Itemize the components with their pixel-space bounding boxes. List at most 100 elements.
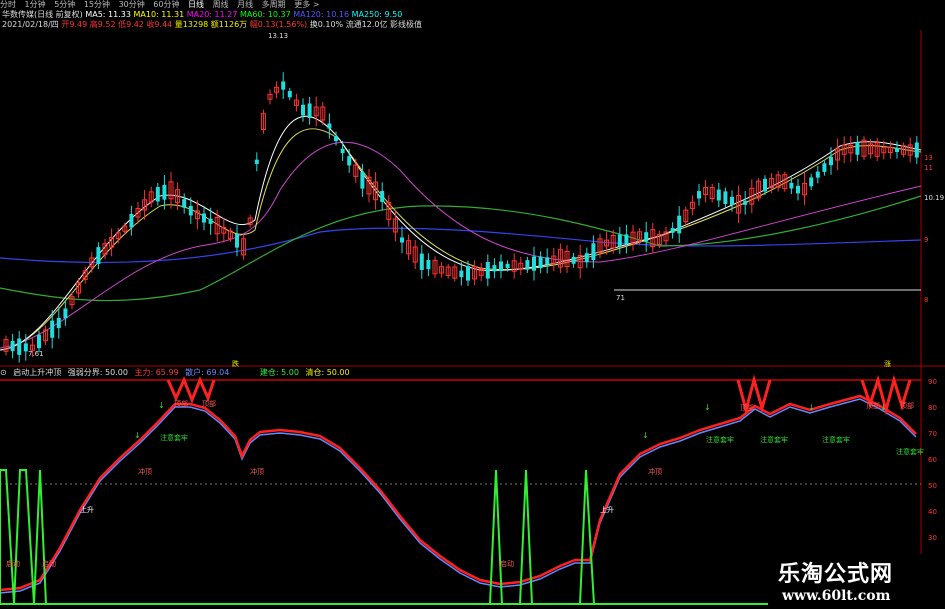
candle-body xyxy=(624,234,629,244)
candle-body xyxy=(63,308,68,319)
annotation-rush: 冲顶 xyxy=(138,467,152,476)
indicator-build-position: 建仓: 5.00 xyxy=(259,368,299,377)
arrow-icon: ↓ xyxy=(704,403,711,412)
candle-body xyxy=(591,243,596,261)
candle-body xyxy=(400,237,404,243)
ma10-line xyxy=(0,128,922,351)
annotation-start: 启动 xyxy=(42,559,56,568)
candle-body xyxy=(492,265,497,272)
candle-body xyxy=(235,233,239,248)
candle-body xyxy=(50,320,55,338)
candle-body xyxy=(644,232,649,242)
candle-body xyxy=(525,260,530,270)
candle-body xyxy=(697,191,701,199)
candle-body xyxy=(301,104,305,116)
candle-body xyxy=(763,178,767,192)
price-axis-label: 11 xyxy=(924,164,933,172)
annotation-start: 启动 xyxy=(500,559,514,568)
arrow-icon: ↓ xyxy=(880,403,887,412)
candle-body xyxy=(895,147,899,153)
indicator-clear-position: 清仓: 50.00 xyxy=(305,368,350,377)
annotation-start: 启动 xyxy=(6,559,20,568)
candle-body xyxy=(617,234,622,247)
candle-body xyxy=(129,213,134,228)
candle-body xyxy=(505,263,510,269)
annotation-rise: 上升 xyxy=(600,505,614,514)
candle-body xyxy=(419,253,424,270)
candle-body xyxy=(571,256,576,264)
indicator-axis-label: 80 xyxy=(928,404,937,412)
annotation-rush: 冲顶 xyxy=(250,467,264,476)
indicator-axis-label: 40 xyxy=(928,508,937,516)
candle-body xyxy=(459,270,464,278)
candle-body xyxy=(347,156,352,166)
candle-body xyxy=(334,136,338,142)
high-price-mark: 13.13 xyxy=(268,32,288,40)
indicator-axis-label: 30 xyxy=(928,534,937,542)
indicator-settings-icon[interactable]: ⊙ xyxy=(0,368,7,377)
candle-body xyxy=(56,317,61,329)
watermark-title: 乐淘公式网 xyxy=(778,562,894,587)
candle-body xyxy=(202,213,206,223)
candle-body xyxy=(307,103,312,119)
candle-body xyxy=(155,187,160,202)
candle-body xyxy=(37,334,41,349)
candle-body xyxy=(426,259,431,270)
indicator-axis-label: 50 xyxy=(928,482,937,490)
candlestick-series xyxy=(3,72,919,363)
indicator-threshold: 强弱分界: 50.00 xyxy=(67,368,128,377)
candle-body xyxy=(10,340,15,352)
annotation-top: 顶部 xyxy=(174,399,188,408)
candle-body xyxy=(538,256,543,269)
arrow-icon: ↓ xyxy=(808,403,815,412)
ma5-line xyxy=(0,115,922,351)
candle-body xyxy=(532,256,536,271)
candle-body xyxy=(188,205,193,216)
chart-canvas: ↓ ↓ ↓ ↓ ↓ ↓ 13.13 7.61 71 跌 涨 顶部 顶部 顶部 顶… xyxy=(0,30,945,609)
annotation-caution: 注意套牢 xyxy=(160,433,188,442)
buy-arrows: ↓ ↓ ↓ ↓ ↓ ↓ xyxy=(134,401,887,440)
candle-body xyxy=(730,196,734,206)
annotation-caution: 注意套牢 xyxy=(896,447,924,456)
candle-body xyxy=(96,247,101,265)
candle-body xyxy=(485,262,490,279)
annotation-rush: 冲顶 xyxy=(648,467,662,476)
candle-body xyxy=(281,81,286,90)
watermark-url: www.60lt.com xyxy=(782,588,891,604)
candle-body xyxy=(340,148,345,154)
candle-body xyxy=(17,338,22,355)
candle-body xyxy=(254,159,259,164)
annotation-caution: 注意套牢 xyxy=(760,435,788,444)
low-price-mark: 7.61 xyxy=(28,350,44,358)
candle-body xyxy=(162,184,167,200)
annotation-top: 顶部 xyxy=(740,403,754,412)
candle-body xyxy=(499,261,503,272)
reference-mark: 71 xyxy=(616,294,625,302)
price-axis-label: 10.19 xyxy=(924,194,944,202)
candle-body xyxy=(287,90,292,98)
candle-body xyxy=(716,189,721,201)
indicator-axis-label: 60 xyxy=(928,456,937,464)
candle-body xyxy=(327,123,332,129)
candle-body xyxy=(380,190,385,202)
annotation-top: 顶部 xyxy=(900,401,914,410)
indicator-retail: 散户: 69.04 xyxy=(185,368,230,377)
candle-body xyxy=(584,253,589,263)
price-axis-label: 8 xyxy=(924,296,928,304)
candle-body xyxy=(545,257,550,265)
candle-body xyxy=(796,185,800,194)
arrow-icon: ↓ xyxy=(642,431,649,440)
indicator-axis-label: 70 xyxy=(928,430,937,438)
annotation-rise: 上升 xyxy=(80,505,94,514)
indicator-header: ⊙ 启动上升冲顶 强弱分界: 50.00 主力: 65.99 散户: 69.04… xyxy=(0,367,945,378)
arrow-icon: ↓ xyxy=(158,401,165,410)
indicator-title[interactable]: 启动上升冲顶 xyxy=(13,368,61,377)
annotation-caution: 注意套牢 xyxy=(706,435,734,444)
annotation-caution: 注意套牢 xyxy=(822,435,850,444)
candle-body xyxy=(360,172,365,189)
candle-body xyxy=(855,142,860,155)
price-axis-label: 9 xyxy=(924,236,928,244)
candle-body xyxy=(914,142,919,158)
arrow-icon: ↓ xyxy=(134,431,141,440)
indicator-main-force: 主力: 65.99 xyxy=(134,368,179,377)
